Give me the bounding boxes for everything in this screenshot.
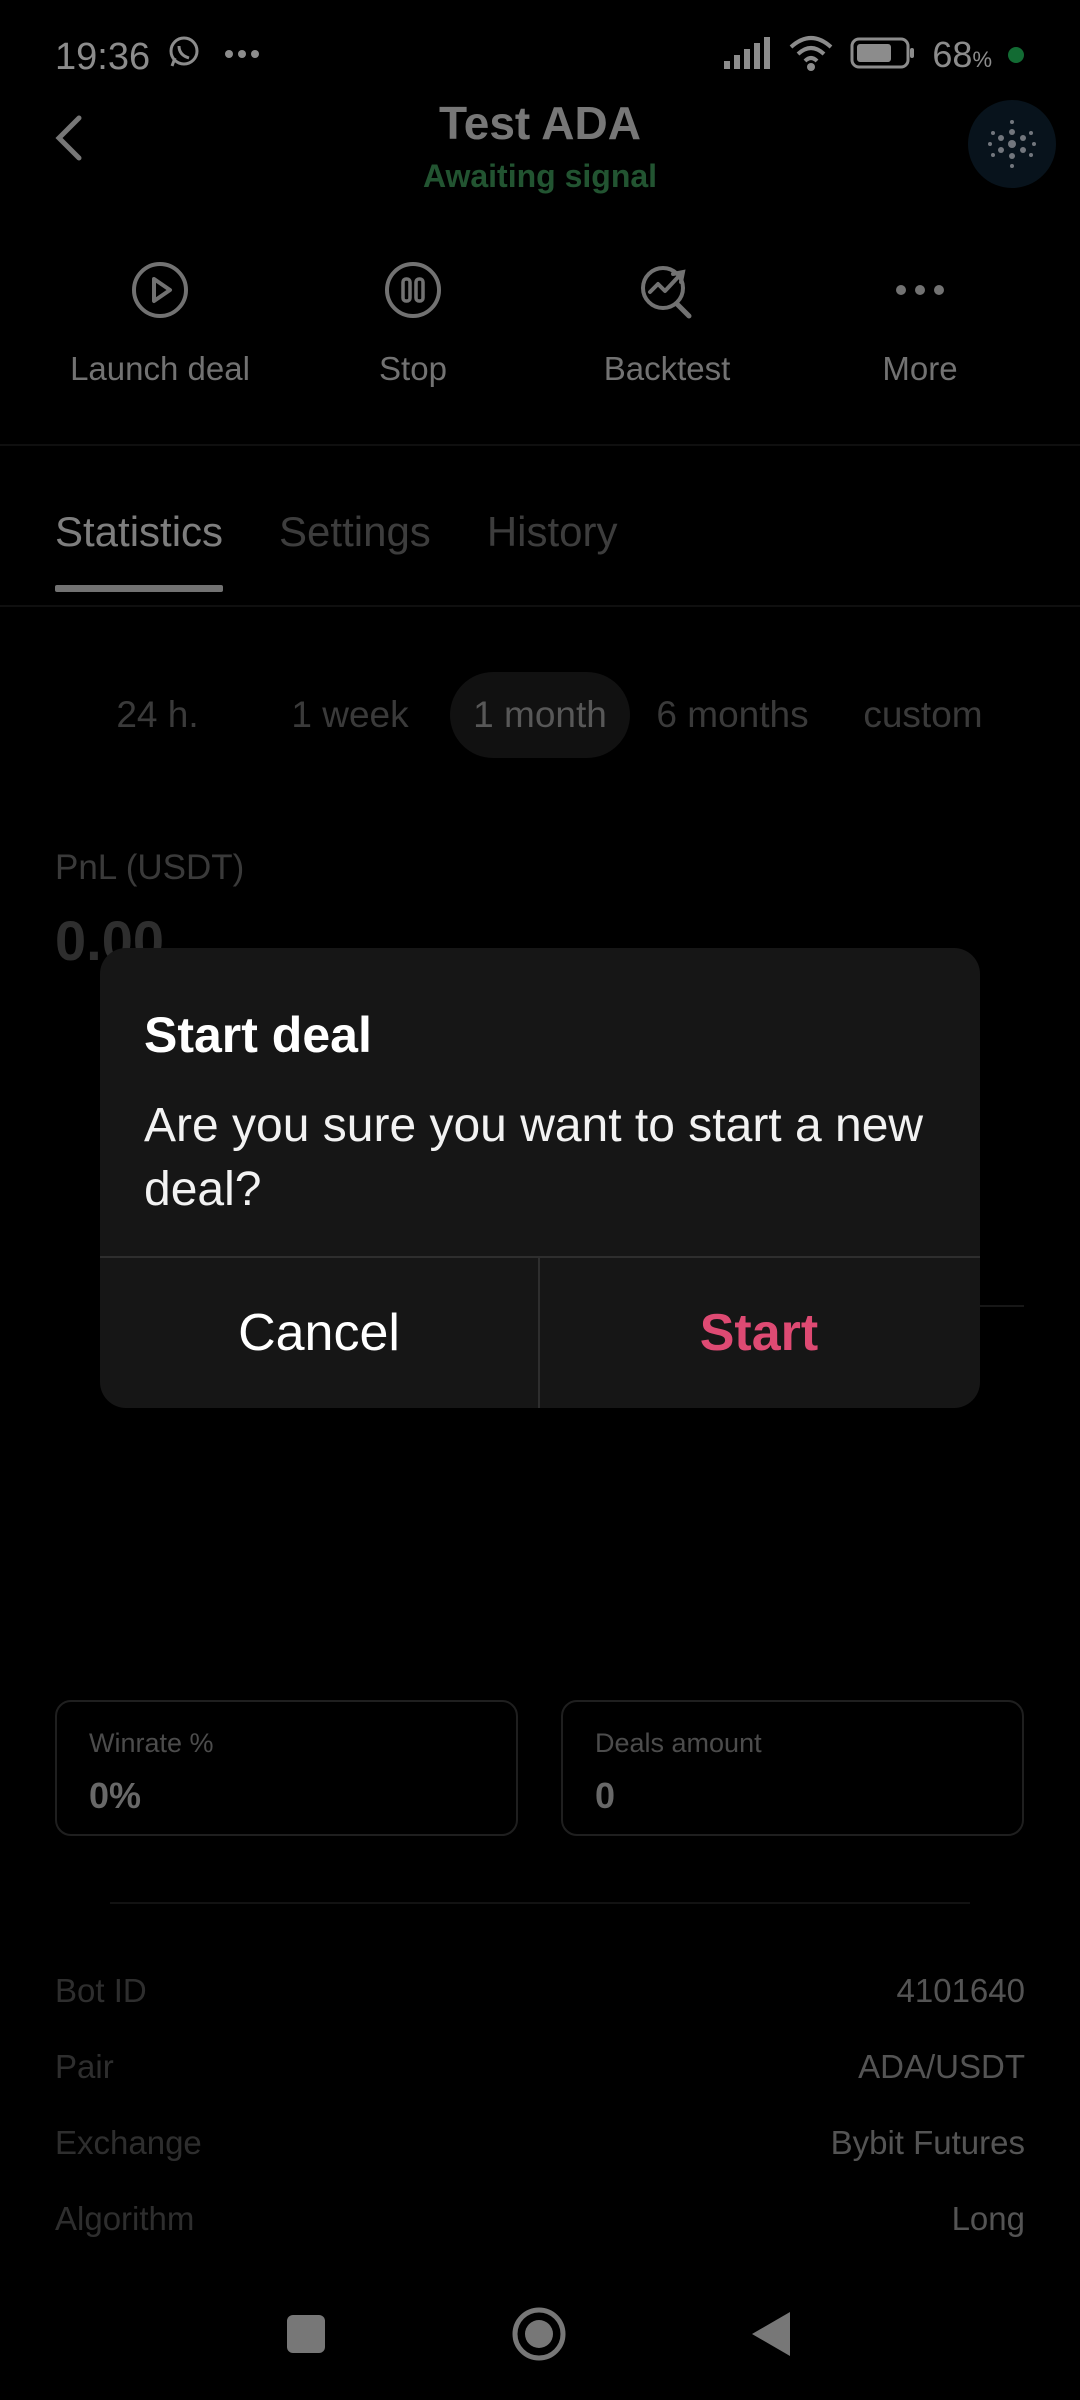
cancel-button[interactable]: Cancel bbox=[100, 1258, 538, 1408]
dialog-title: Start deal bbox=[144, 1007, 372, 1063]
dialog-message: Are you sure you want to start a new dea… bbox=[144, 1099, 924, 1216]
start-button[interactable]: Start bbox=[540, 1258, 978, 1408]
start-deal-dialog: Start deal Are you sure you want to star… bbox=[100, 948, 980, 1408]
